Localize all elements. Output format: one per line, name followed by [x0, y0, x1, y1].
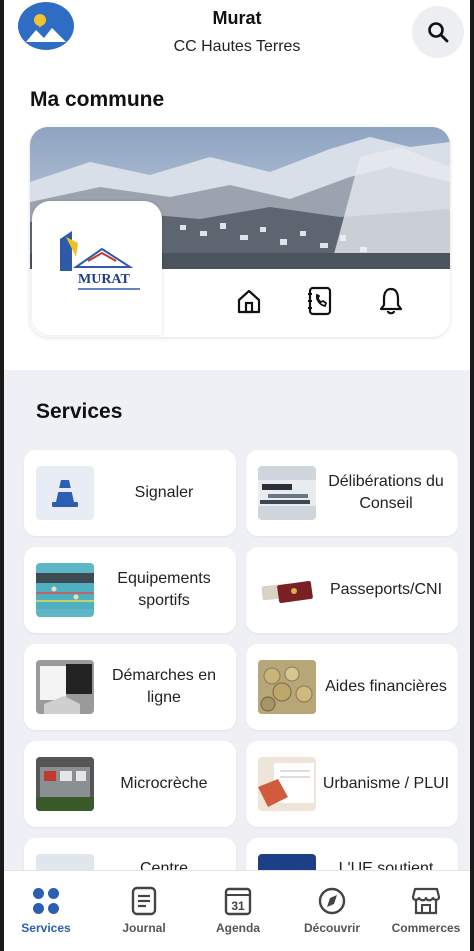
service-tile-aides[interactable]: Aides financières: [246, 644, 458, 730]
service-tile-label: Microcrèche: [120, 775, 208, 792]
directory-button[interactable]: [301, 282, 339, 320]
nav-label: Services: [21, 921, 71, 935]
service-tile-demarches[interactable]: Démarches en ligne: [24, 644, 236, 730]
nav-agenda[interactable]: 31 Agenda: [192, 879, 284, 945]
commune-logo: MURAT: [32, 201, 162, 335]
services-section-title: Services: [36, 400, 123, 423]
service-tile-equipements[interactable]: Equipements sportifs: [24, 547, 236, 633]
calendar-badge: 31: [231, 899, 245, 913]
service-tile-signaler[interactable]: Signaler: [24, 450, 236, 536]
grid-icon: [33, 888, 59, 914]
nav-label: Agenda: [215, 921, 260, 935]
journal-icon: [131, 886, 157, 916]
notifications-button[interactable]: [372, 282, 410, 320]
home-icon: [237, 289, 261, 314]
cone-icon: [36, 466, 94, 520]
bottom-navigation: Services Journal 31 Agenda Découvrir Com…: [4, 870, 470, 951]
pool-thumbnail: [36, 563, 94, 617]
app-screen: Murat CC Hautes Terres Ma commune MURAT …: [4, 0, 470, 951]
nav-commerces[interactable]: Commerces: [380, 879, 470, 945]
nav-label: Commerces: [391, 921, 461, 935]
nav-label: Découvrir: [303, 921, 361, 935]
phone-book-icon: [308, 286, 332, 316]
calendar-icon: 31: [224, 887, 252, 916]
compass-icon: [318, 887, 346, 915]
search-button[interactable]: [412, 6, 464, 58]
service-tile-label: Délibérations du Conseil: [328, 473, 444, 512]
commune-card[interactable]: MURAT: [30, 127, 450, 337]
online-forms-thumbnail: [36, 660, 94, 714]
service-tile-label: Equipements sportifs: [117, 570, 211, 609]
commune-actions: [230, 281, 410, 321]
service-tile-label: Aides financières: [325, 678, 447, 695]
commune-section-title: Ma commune: [30, 88, 165, 111]
nav-journal[interactable]: Journal: [98, 879, 190, 945]
service-tile-label: Signaler: [134, 484, 194, 501]
building-thumbnail: [36, 757, 94, 811]
service-tile-deliberations[interactable]: Délibérations du Conseil: [246, 450, 458, 536]
nav-decouvrir[interactable]: Découvrir: [286, 879, 378, 945]
planning-thumbnail: [258, 757, 316, 811]
bell-icon: [379, 287, 403, 315]
commune-logo-text: MURAT: [78, 272, 131, 287]
town-subtitle: CC Hautes Terres: [173, 38, 301, 55]
home-button[interactable]: [230, 282, 268, 320]
service-tile-label: Passeports/CNI: [329, 581, 443, 598]
coins-thumbnail: [258, 660, 316, 714]
app-header: Murat CC Hautes Terres: [4, 0, 470, 70]
service-tile-urbanisme[interactable]: Urbanisme / PLUI: [246, 741, 458, 827]
town-name: Murat: [212, 8, 262, 28]
shop-icon: [411, 887, 441, 915]
documents-thumbnail: [258, 466, 316, 520]
search-icon: [428, 22, 449, 43]
service-tile-label: Démarches en ligne: [111, 667, 217, 706]
service-tile-passeports[interactable]: Passeports/CNI: [246, 547, 458, 633]
nav-services[interactable]: Services: [4, 879, 92, 945]
passport-thumbnail: [258, 563, 316, 617]
nav-label: Journal: [122, 921, 166, 935]
service-tile-label: Urbanisme / PLUI: [322, 775, 450, 792]
service-tile-microcreche[interactable]: Microcrèche: [24, 741, 236, 827]
